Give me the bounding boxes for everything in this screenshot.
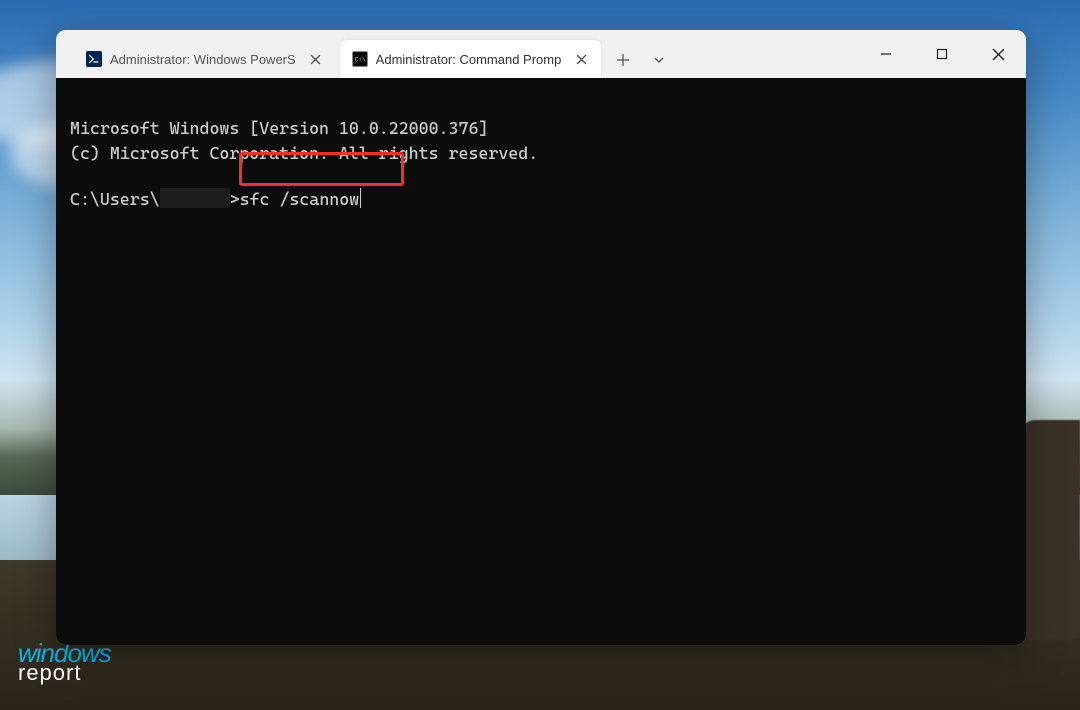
- close-icon: [992, 48, 1005, 61]
- cmd-icon: C:\: [352, 51, 368, 67]
- minimize-icon: [880, 48, 892, 60]
- tab-dropdown-button[interactable]: [641, 42, 677, 78]
- typed-command: sfc /scannow: [240, 189, 360, 209]
- tab-command-prompt[interactable]: C:\ Administrator: Command Promp: [340, 40, 602, 78]
- new-tab-button[interactable]: [605, 42, 641, 78]
- prompt-line: C:\Users\ >sfc /scannow: [70, 187, 1012, 213]
- titlebar[interactable]: Administrator: Windows PowerS C:\ Admini…: [56, 30, 1026, 78]
- banner-line-2: (c) Microsoft Corporation. All rights re…: [70, 143, 538, 163]
- maximize-icon: [936, 48, 948, 60]
- close-tab-button[interactable]: [306, 49, 326, 69]
- close-icon: [576, 54, 587, 65]
- tab-label: Administrator: Command Promp: [376, 52, 562, 67]
- text-cursor: [360, 188, 361, 208]
- watermark: windows report: [18, 642, 111, 683]
- tab-powershell[interactable]: Administrator: Windows PowerS: [74, 40, 336, 78]
- prompt-suffix: >: [230, 189, 240, 209]
- window-buttons: [858, 30, 1026, 78]
- maximize-button[interactable]: [914, 30, 970, 78]
- plus-icon: [616, 53, 630, 67]
- banner-line-1: Microsoft Windows [Version 10.0.22000.37…: [70, 118, 488, 138]
- terminal-window: Administrator: Windows PowerS C:\ Admini…: [56, 30, 1026, 645]
- redacted-username: [160, 188, 230, 208]
- tab-label: Administrator: Windows PowerS: [110, 52, 296, 67]
- minimize-button[interactable]: [858, 30, 914, 78]
- powershell-icon: [86, 51, 102, 67]
- chevron-down-icon: [652, 53, 666, 67]
- close-icon: [310, 54, 321, 65]
- prompt-prefix: C:\Users\: [70, 189, 160, 209]
- svg-text:C:\: C:\: [354, 56, 365, 63]
- terminal-body[interactable]: Microsoft Windows [Version 10.0.22000.37…: [56, 78, 1026, 645]
- close-tab-button[interactable]: [571, 49, 591, 69]
- close-window-button[interactable]: [970, 30, 1026, 78]
